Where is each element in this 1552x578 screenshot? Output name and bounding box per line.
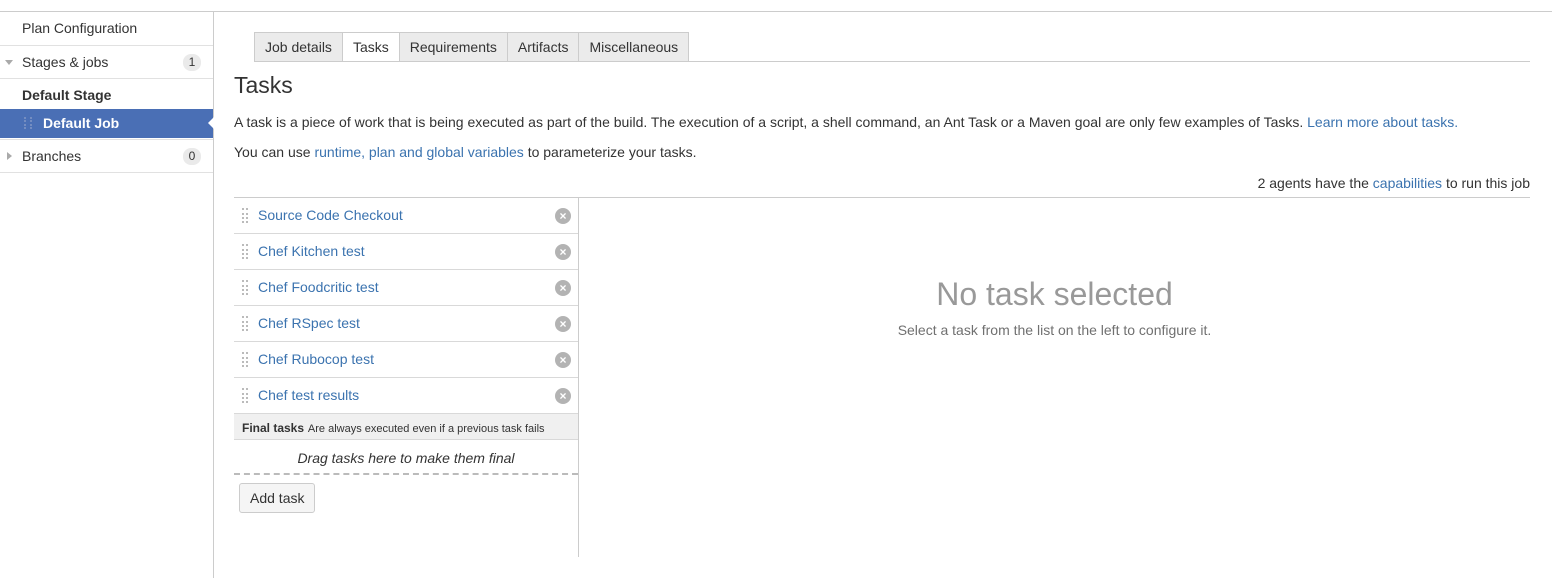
final-tasks-title: Final tasks: [242, 421, 305, 435]
count-badge: 0: [183, 148, 201, 165]
drag-handle-icon[interactable]: [24, 117, 32, 129]
variables-note: You can use runtime, plan and global var…: [234, 144, 697, 160]
task-name[interactable]: Chef test results: [258, 387, 359, 403]
drag-handle-icon[interactable]: [242, 280, 248, 295]
tab-miscellaneous[interactable]: Miscellaneous: [579, 32, 690, 62]
tab-artifacts[interactable]: Artifacts: [507, 32, 580, 62]
tab-job-details[interactable]: Job details: [254, 32, 343, 62]
remove-circle-icon[interactable]: ×: [555, 352, 571, 368]
drag-handle-icon[interactable]: [242, 316, 248, 331]
learn-more-link[interactable]: Learn more about tasks.: [1307, 114, 1458, 130]
selection-pointer-icon: [208, 117, 214, 129]
tab-requirements[interactable]: Requirements: [399, 32, 508, 62]
task-item[interactable]: Chef RSpec test ×: [234, 306, 578, 342]
sidebar-item-label: Branches: [22, 148, 82, 164]
drag-handle-icon[interactable]: [242, 388, 248, 403]
remove-circle-icon[interactable]: ×: [555, 316, 571, 332]
empty-state-subtitle: Select a task from the list on the left …: [897, 322, 1212, 338]
page-title: Tasks: [234, 72, 293, 98]
variables-prefix: You can use: [234, 144, 311, 160]
task-list: Source Code Checkout × Chef Kitchen test…: [234, 198, 579, 557]
remove-circle-icon[interactable]: ×: [555, 388, 571, 404]
divider: [0, 172, 213, 173]
main-content: Job details Tasks Requirements Artifacts…: [234, 12, 1530, 578]
task-item[interactable]: Chef Kitchen test ×: [234, 234, 578, 270]
tab-bar: Job details Tasks Requirements Artifacts…: [254, 32, 690, 62]
task-item[interactable]: Source Code Checkout ×: [234, 198, 578, 234]
task-item[interactable]: Chef test results ×: [234, 378, 578, 414]
task-name[interactable]: Chef Rubocop test: [258, 351, 374, 367]
tabs-divider: [254, 61, 1530, 62]
final-tasks-header: Final tasks Are always executed even if …: [234, 414, 578, 440]
chevron-down-icon[interactable]: [5, 60, 13, 65]
task-name[interactable]: Chef Kitchen test: [258, 243, 365, 259]
sidebar-item-plan-configuration[interactable]: Plan Configuration: [0, 12, 213, 44]
final-tasks-note: Are always executed even if a previous t…: [307, 423, 545, 435]
empty-state-title: No task selected: [936, 276, 1173, 312]
sidebar-item-label: Plan Configuration: [22, 20, 138, 36]
remove-circle-icon[interactable]: ×: [555, 280, 571, 296]
sidebar-item-default-stage[interactable]: Default Stage: [0, 79, 213, 111]
task-name[interactable]: Source Code Checkout: [258, 207, 403, 223]
drag-handle-icon[interactable]: [242, 352, 248, 367]
sidebar-item-label: Default Stage: [22, 87, 112, 103]
tab-tasks[interactable]: Tasks: [342, 32, 400, 62]
drag-handle-icon[interactable]: [242, 244, 248, 259]
task-name[interactable]: Chef Foodcritic test: [258, 279, 379, 295]
add-task-button[interactable]: Add task: [239, 483, 316, 513]
sidebar-item-default-job[interactable]: Default Job: [0, 109, 214, 138]
count-badge: 1: [183, 54, 201, 71]
variables-suffix: to parameterize your tasks.: [527, 144, 697, 160]
capabilities-link[interactable]: capabilities: [1373, 175, 1442, 191]
drag-handle-icon[interactable]: [242, 208, 248, 223]
task-config-panel: No task selected Select a task from the …: [579, 198, 1530, 557]
sidebar: Plan Configuration Stages & jobs 1 Defau…: [0, 12, 214, 578]
task-item[interactable]: Chef Foodcritic test ×: [234, 270, 578, 306]
sidebar-item-stages-jobs[interactable]: Stages & jobs 1: [0, 46, 213, 78]
task-item[interactable]: Chef Rubocop test ×: [234, 342, 578, 378]
agents-suffix: to run this job: [1445, 175, 1530, 191]
sidebar-item-branches[interactable]: Branches 0: [0, 140, 213, 172]
remove-circle-icon[interactable]: ×: [555, 244, 571, 260]
description-text: A task is a piece of work that is being …: [234, 114, 1304, 130]
agents-prefix: 2 agents have the: [1257, 175, 1369, 191]
sidebar-item-label: Stages & jobs: [22, 54, 109, 70]
agents-note: 2 agents have the capabilities to run th…: [1258, 175, 1530, 191]
sidebar-item-label: Default Job: [43, 115, 120, 131]
tasks-description: A task is a piece of work that is being …: [234, 114, 1458, 130]
remove-circle-icon[interactable]: ×: [555, 208, 571, 224]
top-bar: [0, 0, 1552, 12]
task-name[interactable]: Chef RSpec test: [258, 315, 360, 331]
chevron-right-icon[interactable]: [7, 152, 12, 160]
variables-link[interactable]: runtime, plan and global variables: [314, 144, 523, 160]
final-tasks-drop-zone[interactable]: Drag tasks here to make them final: [234, 441, 578, 475]
